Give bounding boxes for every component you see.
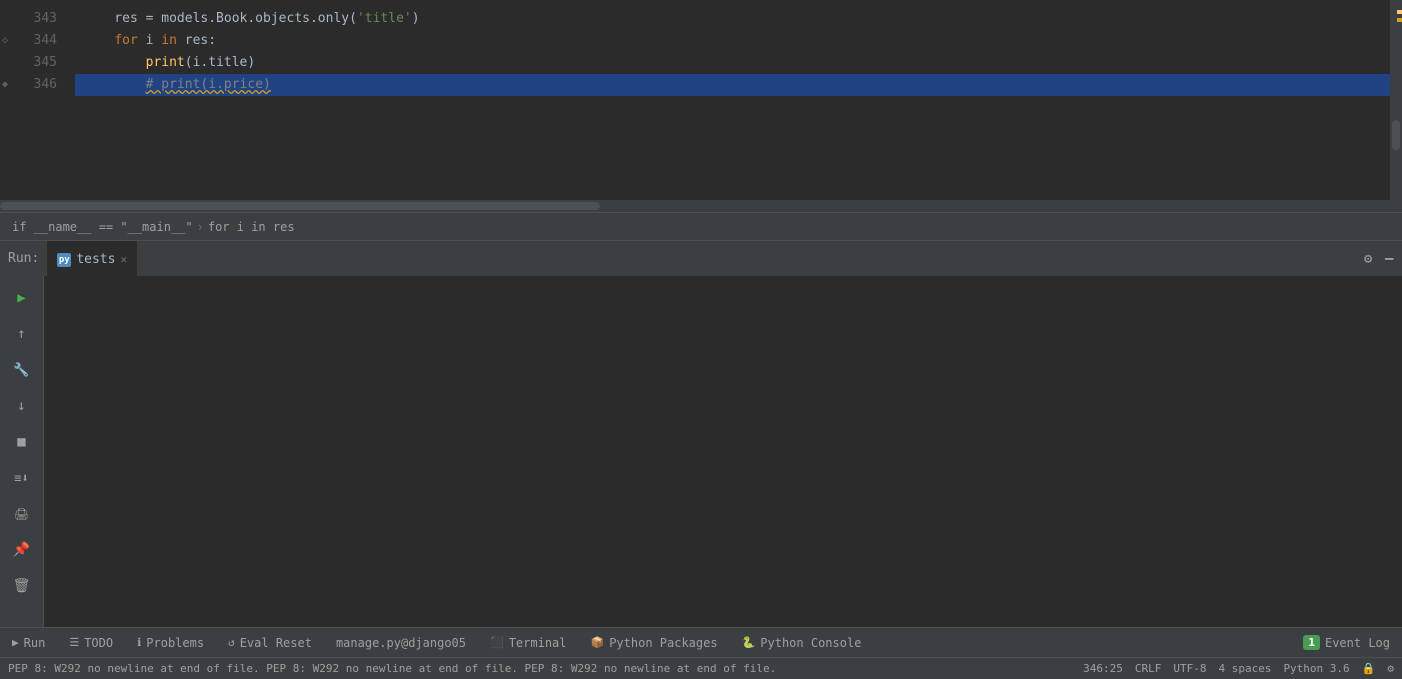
horizontal-scrollbar[interactable] (0, 200, 1402, 212)
minimize-icon[interactable]: − (1384, 249, 1394, 268)
breadcrumb-item-1[interactable]: if __name__ == "__main__" (12, 220, 193, 234)
v-scrollbar-thumb[interactable] (1392, 120, 1400, 150)
status-bar: PEP 8: W292 no newline at end of file. P… (0, 657, 1402, 679)
status-python-version[interactable]: Python 3.6 (1283, 662, 1349, 675)
run-header-actions: ⚙ − (1364, 249, 1394, 268)
code-line-344: for i in res: (75, 30, 1390, 52)
breadcrumb-item-2[interactable]: for i in res (208, 220, 295, 234)
toolbar-right: 1 Event Log (1291, 635, 1402, 650)
status-right: 346:25 CRLF UTF-8 4 spaces Python 3.6 🔒 … (1083, 662, 1394, 675)
line-345: 345 (0, 52, 65, 74)
line-346: ◆ 346 (0, 74, 65, 96)
run-up-button[interactable]: ↑ (8, 320, 36, 348)
tab-terminal-label: Terminal (509, 636, 567, 650)
editor-area: 343 ◇ 344 345 ◆ 346 res = models.Book.ob… (0, 0, 1402, 240)
run-panel: Run: py tests ✕ ⚙ − ▶ ↑ 🔧 ↓ ■ ≡⬇ 🖨 📌 🗑 (0, 240, 1402, 627)
tab-python-packages[interactable]: 📦 Python Packages (579, 628, 730, 657)
run-print-button[interactable]: 🖨 (8, 500, 36, 528)
run-wrench-button[interactable]: 🔧 (8, 356, 36, 384)
tab-eval-reset[interactable]: ↺ Eval Reset (216, 628, 324, 657)
run-down-button[interactable]: ↓ (8, 392, 36, 420)
run-tab-icon: ▶ (12, 636, 19, 649)
breadcrumb: if __name__ == "__main__" › for i in res (0, 212, 1402, 240)
run-label: Run: (8, 251, 39, 266)
tab-problems-label: Problems (146, 636, 204, 650)
line-343: 343 (0, 8, 65, 30)
run-body: ▶ ↑ 🔧 ↓ ■ ≡⬇ 🖨 📌 🗑 (0, 276, 1402, 627)
run-panel-header: Run: py tests ✕ ⚙ − (0, 240, 1402, 276)
tab-manage-py-label: manage.py@django05 (336, 636, 466, 650)
status-indent[interactable]: 4 spaces (1218, 662, 1271, 675)
code-line-345: print(i.title) (75, 52, 1390, 74)
warning-indicator-1 (1397, 10, 1402, 14)
eval-reset-icon: ↺ (228, 636, 235, 649)
toolbar-tabs: ▶ Run ☰ TODO ℹ Problems ↺ Eval Reset man… (0, 628, 873, 657)
code-line-346: # print(i.price) (75, 74, 1390, 96)
code-line-343: res = models.Book.objects.only('title') (75, 8, 1390, 30)
run-tab-close[interactable]: ✕ (120, 253, 127, 266)
code-lines[interactable]: res = models.Book.objects.only('title') … (75, 0, 1390, 200)
todo-icon: ☰ (69, 636, 79, 649)
status-message: PEP 8: W292 no newline at end of file. P… (8, 662, 1083, 675)
tab-run-label: Run (24, 636, 46, 650)
run-play-button[interactable]: ▶ (8, 284, 36, 312)
event-log-button[interactable]: 1 Event Log (1291, 635, 1402, 650)
tab-terminal[interactable]: ⬛ Terminal (478, 628, 579, 657)
status-settings-icon[interactable]: ⚙ (1387, 662, 1394, 675)
fold-up-icon[interactable]: ◆ (2, 74, 8, 96)
run-rerun-button[interactable]: ≡⬇ (8, 464, 36, 492)
line-344: ◇ 344 (0, 30, 65, 52)
tab-python-packages-label: Python Packages (609, 636, 717, 650)
tab-todo-label: TODO (84, 636, 113, 650)
tab-python-console[interactable]: 🐍 Python Console (730, 628, 874, 657)
lock-icon[interactable]: 🔒 (1362, 662, 1376, 675)
tab-todo[interactable]: ☰ TODO (57, 628, 125, 657)
status-encoding[interactable]: UTF-8 (1173, 662, 1206, 675)
tab-problems[interactable]: ℹ Problems (125, 628, 216, 657)
tab-eval-reset-label: Eval Reset (240, 636, 312, 650)
breadcrumb-arrow: › (197, 220, 204, 234)
python-packages-icon: 📦 (591, 636, 605, 649)
status-position[interactable]: 346:25 (1083, 662, 1123, 675)
tab-manage-py[interactable]: manage.py@django05 (324, 628, 478, 657)
problems-icon: ℹ (137, 636, 141, 649)
run-sidebar: ▶ ↑ 🔧 ↓ ■ ≡⬇ 🖨 📌 🗑 (0, 276, 44, 627)
h-scrollbar-thumb[interactable] (0, 202, 600, 210)
terminal-icon: ⬛ (490, 636, 504, 649)
tab-python-console-label: Python Console (760, 636, 861, 650)
run-pin-button[interactable]: 📌 (8, 536, 36, 564)
bottom-toolbar: ▶ Run ☰ TODO ℹ Problems ↺ Eval Reset man… (0, 627, 1402, 657)
tab-run[interactable]: ▶ Run (0, 628, 57, 657)
run-trash-button[interactable]: 🗑 (8, 572, 36, 600)
code-content: 343 ◇ 344 345 ◆ 346 res = models.Book.ob… (0, 0, 1402, 200)
run-tab[interactable]: py tests ✕ (47, 241, 137, 277)
event-log-badge: 1 (1303, 635, 1320, 650)
vertical-scrollbar[interactable] (1390, 0, 1402, 200)
fold-down-icon[interactable]: ◇ (2, 30, 8, 52)
line-numbers: 343 ◇ 344 345 ◆ 346 (0, 0, 75, 200)
run-stop-button[interactable]: ■ (8, 428, 36, 456)
status-line-ending[interactable]: CRLF (1135, 662, 1162, 675)
python-tab-icon: py (57, 253, 71, 267)
run-output-area[interactable] (44, 276, 1402, 627)
event-log-label: Event Log (1325, 636, 1390, 650)
settings-icon[interactable]: ⚙ (1364, 251, 1372, 267)
run-tab-name: tests (76, 252, 115, 267)
warning-indicator-2 (1397, 18, 1402, 22)
python-console-icon: 🐍 (742, 636, 756, 649)
